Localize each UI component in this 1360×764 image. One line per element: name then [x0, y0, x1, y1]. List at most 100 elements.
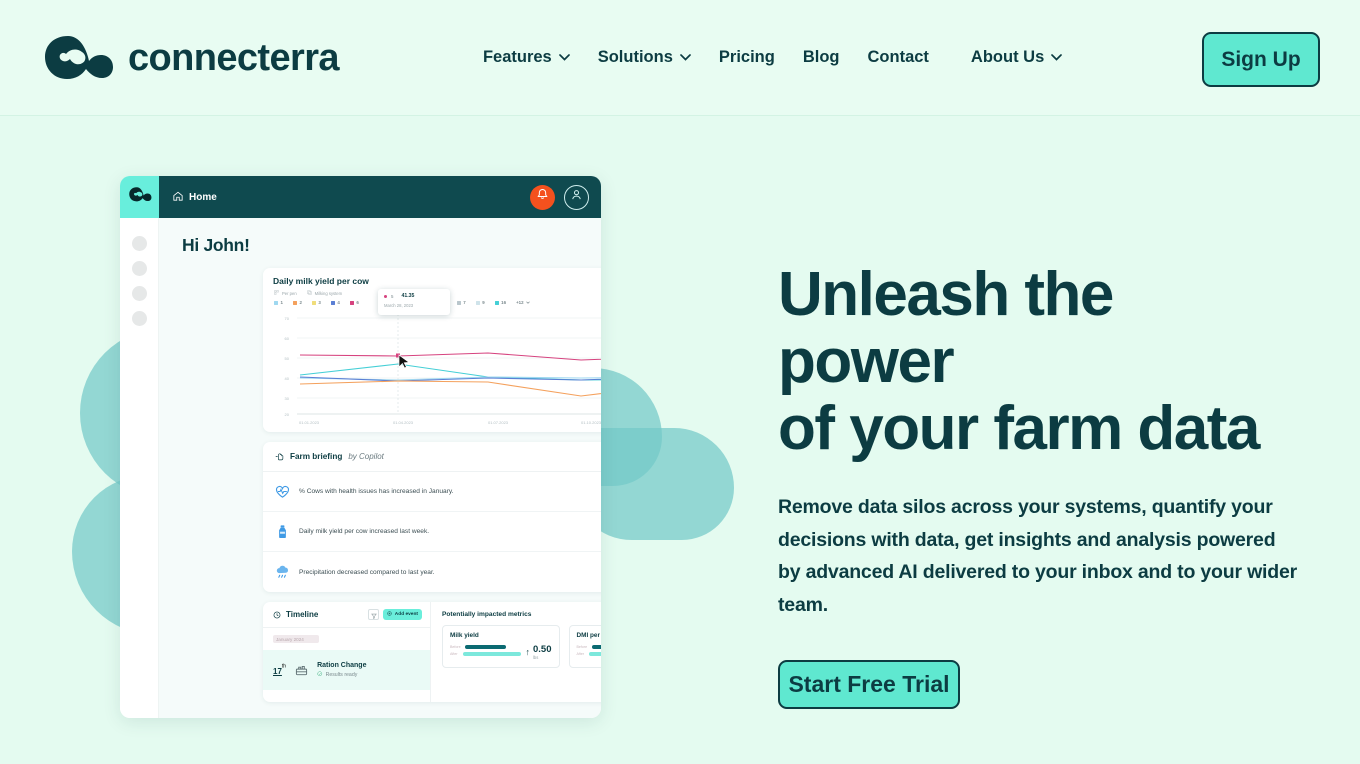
chart-filter-label: Milking system	[314, 290, 343, 296]
hero-subtitle: Remove data silos across your systems, q…	[778, 495, 1298, 617]
event-status: Results ready	[317, 671, 366, 679]
metric-bar-after: After	[577, 652, 601, 657]
timeline-month-label: January 2024	[273, 635, 319, 643]
page-title: Unleash the power of your farm data	[778, 260, 1260, 463]
timeline-event-day: 17th	[273, 661, 286, 679]
impacted-metrics-row: Milk yield Before After ↑ 0.50 lbs DMI p…	[442, 625, 601, 668]
tooltip-date: March 28, 2023	[384, 303, 414, 308]
svg-text:60: 60	[285, 336, 290, 341]
pointer-hand-icon	[275, 448, 284, 466]
notification-bell-button[interactable]	[530, 184, 555, 210]
legend-item[interactable]: 3	[311, 300, 321, 305]
timeline-event-row[interactable]: 17th Ration Change Results ready	[263, 650, 430, 690]
nav-label: Solutions	[597, 48, 673, 66]
metric-bar-before: Before	[576, 645, 601, 650]
metric-bars: Before After	[576, 645, 601, 659]
sidebar-item-placeholder-1[interactable]	[131, 236, 147, 251]
nav-label: Blog	[802, 48, 840, 66]
hero-copy: Unleash the power of your farm data Remo…	[778, 260, 1298, 709]
briefing-row[interactable]: Precipitation decreased compared to last…	[263, 552, 601, 592]
nav-item-pricing[interactable]: Pricing	[705, 40, 789, 75]
nav-item-contact[interactable]: Contact	[854, 40, 943, 75]
legend-label: 4	[337, 300, 340, 305]
legend-item[interactable]: 9	[475, 300, 485, 305]
timeline-title: Timeline	[286, 610, 319, 619]
metric-bar-after-label: After	[450, 652, 458, 657]
timeline-event-info: Ration Change Results ready	[317, 662, 366, 679]
nav-item-blog[interactable]: Blog	[789, 40, 854, 75]
legend-swatch	[349, 300, 354, 305]
bell-icon	[536, 188, 549, 206]
chart-filter-label: Per pen	[282, 290, 297, 296]
nav-label: About Us	[970, 48, 1045, 66]
briefing-row[interactable]: Daily milk yield per cow increased last …	[263, 512, 601, 552]
farm-briefing-header: Farm briefing by Copilot	[263, 442, 601, 472]
metric-body: Before After ↑	[576, 645, 601, 660]
connecterra-loop-logo-icon	[128, 186, 152, 208]
nav-item-solutions[interactable]: Solutions	[584, 40, 705, 75]
dashboard-screenshot: Home Hi John! Daily milk yield per cow P…	[120, 176, 601, 718]
user-avatar-button[interactable]	[564, 184, 589, 210]
svg-text:70: 70	[285, 316, 290, 321]
add-event-button[interactable]: Add event	[383, 609, 422, 620]
legend-item[interactable]: 4	[330, 300, 340, 305]
breadcrumb-home[interactable]: Home	[173, 191, 217, 204]
tooltip-value: 41.35	[401, 293, 415, 299]
brand-logo-link[interactable]: connecterra	[42, 32, 340, 84]
briefing-text: % Cows with health issues has increased …	[299, 488, 454, 495]
legend-item-overflow[interactable]: +12	[516, 300, 530, 305]
legend-label: +12	[516, 300, 524, 305]
legend-swatch	[311, 300, 316, 305]
legend-item[interactable]: 6	[349, 300, 359, 305]
landing-page: connecterra Features Solutions Pricing B…	[0, 0, 1360, 764]
check-circle-icon	[317, 671, 323, 679]
metric-card-dmi-per-head: DMI per head Before After	[568, 625, 602, 668]
filter-icon	[370, 606, 377, 624]
sign-up-button[interactable]: Sign Up	[1202, 32, 1320, 87]
legend-item[interactable]: 2	[292, 300, 302, 305]
dashboard-sidebar	[120, 218, 159, 718]
filter-button[interactable]	[368, 609, 380, 620]
arrow-up-icon: ↑	[525, 647, 531, 658]
timeline-card: Timeline Add event January 2024 17th Rat…	[263, 602, 601, 702]
metric-bar-before-label: Before	[450, 645, 461, 650]
tooltip-series-dot	[384, 294, 387, 298]
event-day-number: 17	[273, 667, 282, 676]
metric-bar-before-label: Before	[576, 645, 588, 650]
plus-circle-icon	[387, 611, 392, 618]
event-day-suffix: th	[281, 663, 287, 670]
metric-bar-before-track	[465, 645, 506, 650]
main-navigation: Features Solutions Pricing Blog Contact	[469, 40, 1076, 75]
dashboard-top-actions	[530, 184, 589, 210]
event-title: Ration Change	[317, 661, 367, 669]
breadcrumb-home-label: Home	[189, 191, 217, 203]
svg-text:01.01.2023: 01.01.2023	[299, 420, 320, 425]
svg-text:30: 30	[285, 396, 290, 401]
timeline-actions: Add event	[368, 609, 422, 620]
legend-swatch	[494, 300, 499, 305]
event-status-label: Results ready	[325, 671, 358, 678]
chart-tooltip-row: 5 41.35	[384, 293, 444, 299]
farm-briefing-card: Farm briefing by Copilot % Cows with hea…	[263, 442, 601, 592]
rain-cloud-icon	[275, 565, 290, 580]
nav-item-about-us[interactable]: About Us	[957, 40, 1076, 75]
timeline-header: Timeline Add event	[263, 602, 430, 628]
mouse-cursor	[398, 354, 410, 369]
metric-card-milk-yield: Milk yield Before After ↑ 0.50 lbs	[442, 625, 560, 668]
briefing-row[interactable]: % Cows with health issues has increased …	[263, 472, 601, 512]
sidebar-item-placeholder-2[interactable]	[131, 261, 147, 276]
legend-label: 16	[501, 300, 507, 305]
impacted-metrics-title: Potentially impacted metrics	[442, 611, 532, 618]
metric-name: DMI per head	[576, 632, 602, 639]
sidebar-item-placeholder-4[interactable]	[131, 311, 147, 326]
chart-tooltip: 5 41.35 March 28, 2023	[378, 289, 450, 315]
milk-bottle-icon	[275, 524, 290, 539]
legend-item[interactable]: 7	[456, 300, 466, 305]
sidebar-item-placeholder-3[interactable]	[131, 286, 147, 301]
legend-item[interactable]: 1	[274, 300, 283, 305]
nav-item-features[interactable]: Features	[469, 40, 584, 75]
legend-item[interactable]: 16	[494, 300, 507, 305]
add-event-label: Add event	[394, 612, 418, 617]
legend-label: 3	[318, 300, 321, 305]
start-free-trial-button[interactable]: Start Free Trial	[778, 659, 960, 709]
